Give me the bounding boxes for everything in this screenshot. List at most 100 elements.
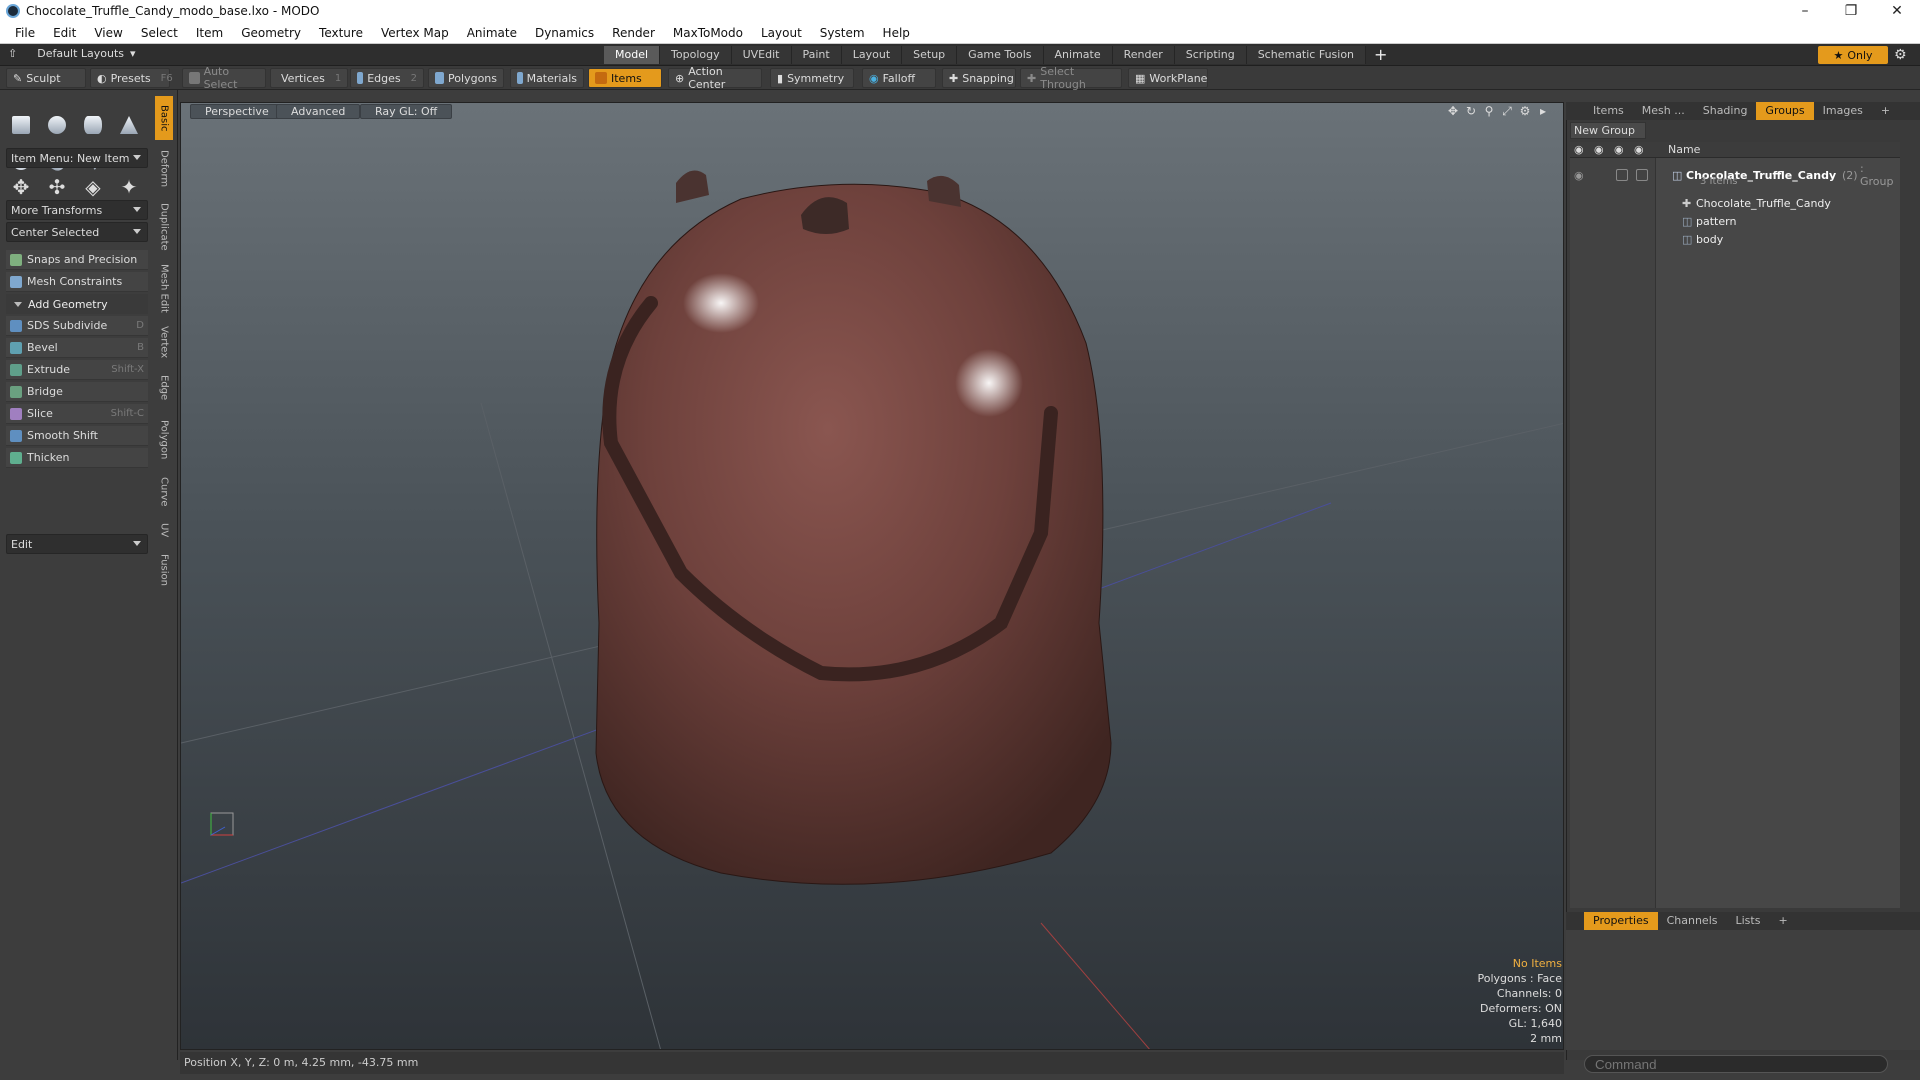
menu-edit[interactable]: Edit (44, 26, 85, 40)
sphere-icon[interactable] (42, 110, 72, 140)
transform-icon[interactable]: ✦ (114, 172, 144, 202)
tab-properties[interactable]: Properties (1584, 912, 1658, 930)
vtab-mesh-edit[interactable]: Mesh Edit (155, 260, 173, 316)
tool-slice[interactable]: Slice Shift-C (6, 404, 148, 424)
vtab-curve[interactable]: Curve (155, 472, 173, 512)
menu-help[interactable]: Help (874, 26, 919, 40)
chevron-right-icon[interactable]: ▸ (1536, 104, 1550, 118)
3d-viewport[interactable] (180, 102, 1564, 1050)
center-selected-dropdown[interactable]: Center Selected (6, 222, 148, 242)
menu-file[interactable]: File (6, 26, 44, 40)
layout-preset-dropdown[interactable]: ⇧ Default Layouts ▾ (8, 47, 136, 60)
tab-topology[interactable]: Topology (660, 46, 732, 64)
lock-col-icon[interactable]: ◉ (1614, 143, 1624, 156)
vtab-duplicate[interactable]: Duplicate (155, 198, 173, 256)
vtab-fusion[interactable]: Fusion (155, 548, 173, 592)
tab-lists[interactable]: Lists (1727, 912, 1770, 930)
items-button[interactable]: Items (588, 68, 662, 88)
tab-uvedit[interactable]: UVEdit (731, 46, 792, 64)
vtab-deform[interactable]: Deform (155, 144, 173, 194)
layout-toggle-icon[interactable]: ⇧ (8, 47, 17, 60)
cube-icon[interactable] (6, 110, 36, 140)
select-through-button[interactable]: ✚ Select Through (1020, 65, 1122, 91)
add-properties-tab-icon[interactable]: + (1769, 912, 1796, 930)
tab-setup[interactable]: Setup (902, 46, 958, 64)
tab-layout[interactable]: Layout (841, 46, 903, 64)
presets-button[interactable]: ◐ Presets F6 (90, 68, 173, 88)
tab-items[interactable]: Items (1584, 102, 1633, 120)
add-panel-tab-icon[interactable]: + (1872, 102, 1899, 120)
menu-system[interactable]: System (811, 26, 874, 40)
tool-extrude[interactable]: Extrude Shift-X (6, 360, 148, 380)
materials-button[interactable]: Materials (510, 68, 584, 88)
visibility-col-icon[interactable]: ◉ (1574, 143, 1584, 156)
menu-view[interactable]: View (85, 26, 131, 40)
viewport-gear-icon[interactable]: ⚙ (1518, 104, 1532, 118)
snapping-button[interactable]: ✚ Snapping (942, 68, 1016, 88)
vertices-button[interactable]: Vertices 1 (270, 68, 348, 88)
scale-icon[interactable]: ◈ (78, 172, 108, 202)
item-menu-dropdown[interactable]: Item Menu: New Item (6, 148, 148, 168)
tab-groups[interactable]: Groups (1756, 102, 1814, 120)
restore-icon[interactable]: ❐ (1828, 0, 1874, 22)
rotate-view-icon[interactable]: ↻ (1464, 104, 1478, 118)
tool-bevel[interactable]: Bevel B (6, 338, 148, 358)
tree-row-group[interactable]: ◉ ◫ Chocolate_Truffle_Candy (2) : Group … (1570, 160, 1900, 190)
gear-icon[interactable]: ⚙ (1894, 47, 1907, 63)
symmetry-button[interactable]: ▮ Symmetry (770, 68, 854, 88)
tab-schematic-fusion[interactable]: Schematic Fusion (1246, 46, 1367, 64)
minimize-icon[interactable]: – (1782, 0, 1828, 22)
maximize-view-icon[interactable]: ⤢ (1500, 104, 1514, 118)
auto-select-button[interactable]: Auto Select (182, 65, 266, 91)
render-col-icon[interactable]: ◉ (1594, 143, 1604, 156)
shading-mode-button[interactable]: Advanced (276, 104, 361, 119)
only-button[interactable]: ★ Only (1818, 46, 1888, 64)
add-tab-icon[interactable]: + (1366, 46, 1395, 64)
tool-sds-subdivide[interactable]: SDS Subdivide D (6, 316, 148, 336)
more-transforms-dropdown[interactable]: More Transforms (6, 200, 148, 220)
tab-channels[interactable]: Channels (1658, 912, 1727, 930)
vtab-polygon[interactable]: Polygon (155, 412, 173, 468)
select-toggle[interactable] (1636, 169, 1648, 181)
menu-dynamics[interactable]: Dynamics (526, 26, 603, 40)
action-center-button[interactable]: ⊕ Action Center (668, 65, 762, 91)
cone-icon[interactable] (114, 110, 144, 140)
tree-row-child[interactable]: ✚ Chocolate_Truffle_Candy (1570, 194, 1900, 212)
close-icon[interactable]: ✕ (1874, 0, 1920, 22)
tab-render[interactable]: Render (1112, 46, 1175, 64)
menu-animate[interactable]: Animate (458, 26, 526, 40)
tab-game-tools[interactable]: Game Tools (957, 46, 1044, 64)
add-geometry-header[interactable]: Add Geometry (6, 294, 148, 314)
sculpt-button[interactable]: ✎ Sculpt (6, 68, 86, 88)
tool-thicken[interactable]: Thicken (6, 448, 148, 468)
cylinder-icon[interactable] (78, 110, 108, 140)
tab-mesh[interactable]: Mesh ... (1633, 102, 1694, 120)
menu-layout[interactable]: Layout (752, 26, 811, 40)
tab-paint[interactable]: Paint (791, 46, 842, 64)
tool-smooth-shift[interactable]: Smooth Shift (6, 426, 148, 446)
vtab-vertex[interactable]: Vertex (155, 320, 173, 364)
menu-item[interactable]: Item (187, 26, 232, 40)
eye-icon[interactable]: ◉ (1574, 169, 1584, 182)
edges-button[interactable]: Edges 2 (350, 68, 424, 88)
lock-toggle[interactable] (1616, 169, 1628, 181)
menu-select[interactable]: Select (132, 26, 187, 40)
new-group-button[interactable]: New Group (1570, 122, 1646, 139)
tool-bridge[interactable]: Bridge (6, 382, 148, 402)
tree-row-child[interactable]: ◫ pattern (1570, 212, 1900, 230)
vtab-uv[interactable]: UV (155, 516, 173, 544)
menu-vertex-map[interactable]: Vertex Map (372, 26, 458, 40)
falloff-button[interactable]: ◉ Falloff (862, 68, 936, 88)
tab-images[interactable]: Images (1814, 102, 1872, 120)
tab-shading[interactable]: Shading (1694, 102, 1757, 120)
rotate-icon[interactable]: ✣ (42, 172, 72, 202)
view-mode-button[interactable]: Perspective (190, 104, 284, 119)
menu-texture[interactable]: Texture (310, 26, 372, 40)
menu-maxtomodo[interactable]: MaxToModo (664, 26, 752, 40)
move-icon[interactable]: ✥ (6, 172, 36, 202)
tab-model[interactable]: Model (604, 46, 661, 64)
raygl-button[interactable]: Ray GL: Off (360, 104, 453, 119)
vtab-basic[interactable]: Basic (155, 96, 173, 140)
select-col-icon[interactable]: ◉ (1634, 143, 1644, 156)
tree-row-child[interactable]: ◫ body (1570, 230, 1900, 248)
